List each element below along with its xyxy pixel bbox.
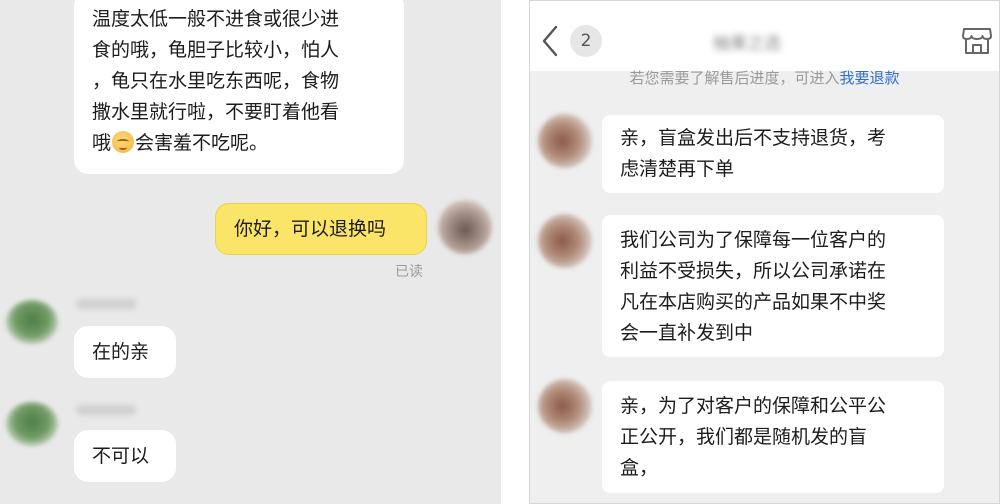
message-text: 会害羞不吃呢。 (135, 132, 269, 154)
message-line: 亲，为了对客户的保障和公平公 (620, 395, 887, 417)
relieved-face-emoji-icon (112, 131, 135, 153)
unread-count-badge[interactable]: 2 (570, 25, 602, 57)
merchant-message-bubble[interactable]: 温度太低一般不进食或很少进 食的哦，龟胆子比较小，怕人 ，龟只在水里吃东西呢，食… (74, 0, 404, 174)
message-line: 虑清楚再下单 (620, 158, 735, 180)
message-line: 我们公司为了保障每一位客户的 (620, 229, 887, 251)
merchant-avatar[interactable] (538, 214, 592, 268)
chat-title: 柚果之选 (713, 34, 781, 54)
message-line: 盒， (620, 457, 659, 479)
merchant-avatar[interactable] (538, 114, 592, 168)
message-line: ，龟只在水里吃东西呢，食物 (92, 70, 340, 92)
merchant-message-bubble[interactable]: 我们公司为了保障每一位客户的 利益不受损失，所以公司承诺在 凡在本店购买的产品如… (602, 215, 944, 357)
merchant-message-bubble[interactable]: 不可以 (74, 430, 176, 482)
back-button[interactable] (534, 21, 568, 61)
merchant-avatar[interactable] (538, 379, 592, 433)
store-button[interactable] (960, 23, 994, 57)
message-text: 在的亲 (92, 341, 150, 363)
message-line: 利益不受损失，所以公司承诺在 (620, 260, 887, 282)
merchant-message-bubble[interactable]: 亲，为了对客户的保障和公平公 正公开，我们都是随机发的盲 盒， (602, 381, 944, 493)
message-line: 正公开，我们都是随机发的盲 (620, 426, 868, 448)
message-line: 凡在本店购买的产品如果不中奖 (620, 291, 887, 313)
merchant-avatar[interactable] (6, 402, 58, 446)
merchant-name (76, 405, 136, 415)
store-icon (962, 28, 992, 54)
message-line: 温度太低一般不进食或很少进 (92, 8, 340, 30)
message-line: 撒水里就行啦，不要盯着他看 (92, 101, 340, 123)
system-notice-text: 若您需要了解售后进度，可进入 (629, 69, 840, 87)
message-line: 食的哦，龟胆子比较小，怕人 (92, 39, 340, 61)
merchant-message-bubble[interactable]: 在的亲 (74, 326, 176, 378)
right-chat-panel: 2 柚果之选 若您需要了解售后进度，可进入我要退款 亲，盲盒发出后不支持退货，考… (529, 0, 1000, 504)
message-text: 哦 (92, 132, 112, 154)
user-message-bubble[interactable]: 你好，可以退换吗 (215, 203, 427, 255)
system-notice: 若您需要了解售后进度，可进入我要退款 (530, 67, 999, 88)
user-avatar[interactable] (438, 200, 492, 254)
message-line: 会一直补发到中 (620, 322, 754, 344)
message-line: 亲，盲盒发出后不支持退货，考 (620, 127, 887, 149)
chevron-left-icon (542, 25, 558, 57)
merchant-name (76, 299, 136, 309)
left-chat-panel: 温度太低一般不进食或很少进 食的哦，龟胆子比较小，怕人 ，龟只在水里吃东西呢，食… (0, 0, 501, 504)
message-line-with-emoji: 哦 会害羞不吃呢。 (92, 128, 386, 159)
refund-link[interactable]: 我要退款 (840, 69, 900, 87)
chat-header: 2 柚果之选 (530, 1, 999, 71)
merchant-message-bubble[interactable]: 亲，盲盒发出后不支持退货，考 虑清楚再下单 (602, 115, 944, 193)
message-text: 不可以 (92, 445, 150, 467)
merchant-avatar[interactable] (6, 300, 58, 344)
read-receipt: 已读 (395, 264, 423, 280)
message-text: 你好，可以退换吗 (234, 218, 387, 240)
